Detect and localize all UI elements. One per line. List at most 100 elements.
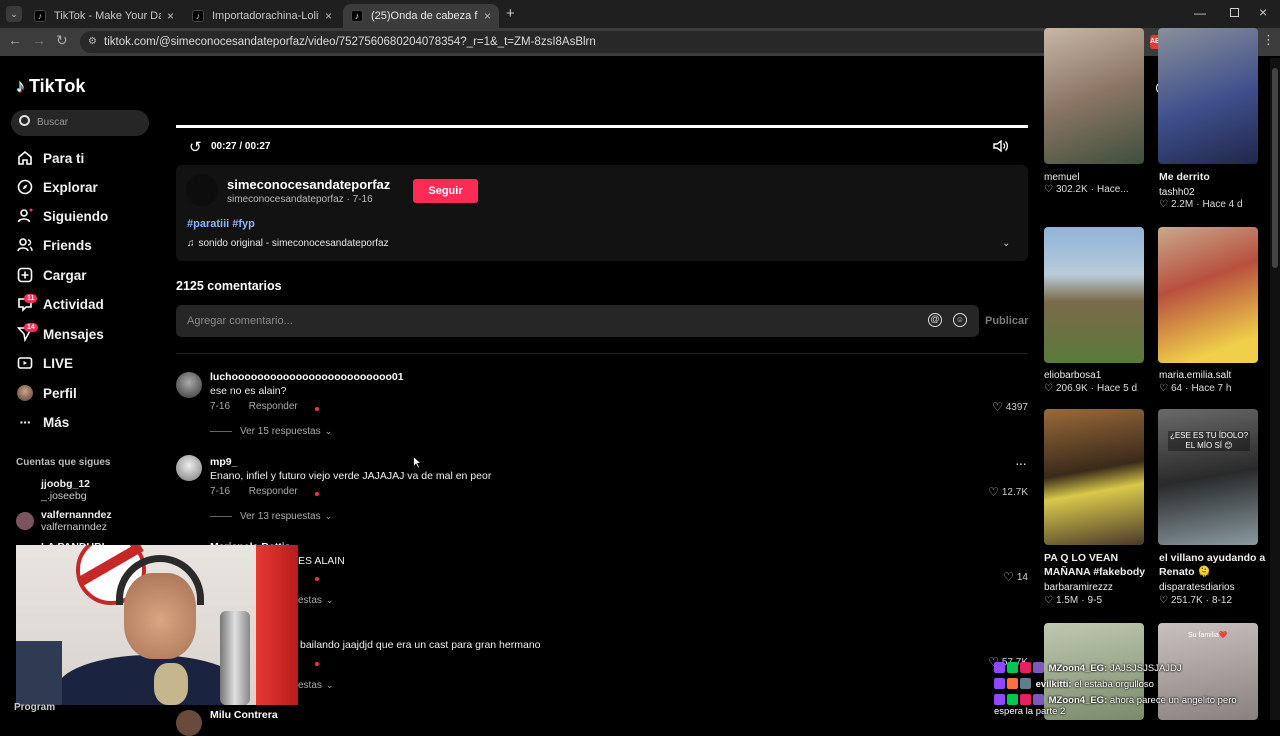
video-author[interactable]: barbaramirezzz [1044, 582, 1154, 593]
verified-badge-icon [1007, 694, 1018, 705]
view-replies-button[interactable]: Ver 13 respuestas ⌄ [210, 511, 332, 522]
browser-tab-3[interactable]: ♪ (25)Onda de cabeza filtro en af × [343, 4, 499, 28]
tiktok-favicon-icon: ♪ [34, 10, 46, 22]
reply-button[interactable]: Responder [249, 401, 298, 412]
publish-button[interactable]: Publicar [985, 315, 1028, 327]
heart-icon: ♡ [1159, 199, 1168, 210]
posted-ago: 9-5 [1087, 595, 1102, 606]
view-replies-button[interactable]: estas ⌄ [298, 680, 333, 691]
view-replies-button[interactable]: estas ⌄ [298, 595, 333, 606]
video-caption[interactable]: memuel [1044, 172, 1154, 183]
site-info-icon[interactable]: ⚙ [88, 31, 97, 53]
sidebar-item-label: Más [43, 414, 70, 430]
following-account-1[interactable]: jjoobg_12 _.joseebg [41, 478, 90, 502]
sidebar-item-cargar[interactable]: Cargar [16, 264, 87, 286]
comment-count: 2125 comentarios [176, 279, 282, 293]
video-caption[interactable]: Me derrito [1159, 170, 1269, 184]
comment-username[interactable]: luchooooooooooooooooooooooooo01 [210, 371, 404, 383]
scrollbar-thumb[interactable] [1272, 68, 1278, 268]
activity-badge: 11 [24, 294, 38, 303]
video-caption[interactable]: PA Q LO VEAN MAÑANA #fakebody [1044, 551, 1154, 579]
address-bar[interactable]: ⚙ tiktok.com/@simeconocesandateporfaz/vi… [80, 31, 1140, 53]
music-row[interactable]: ♫ sonido original - simeconocesandatepor… [187, 238, 389, 249]
like-count: 2.2M [1170, 199, 1194, 210]
new-tab-button[interactable]: + [506, 5, 515, 22]
following-account-2[interactable]: valfernanndez valfernanndez [41, 509, 112, 533]
comment-like-button[interactable]: ♡ 14 [1003, 570, 1028, 584]
video-author[interactable]: eliobarbosa1 [1044, 370, 1154, 381]
back-icon[interactable]: ← [8, 32, 22, 48]
sidebar-item-perfil[interactable]: Perfil [16, 382, 77, 404]
video-author[interactable]: disparatesdiarios [1159, 582, 1269, 593]
search-input[interactable]: Buscar [11, 110, 149, 136]
like-count: 206.9K [1055, 383, 1088, 394]
new-indicator-dot [315, 407, 319, 411]
account-handle: valfernanndez [41, 521, 107, 533]
sidebar-item-para-ti[interactable]: Para ti [16, 147, 84, 169]
chat-username: MZoon4_EG: [1048, 663, 1108, 674]
related-video-thumbnail[interactable] [1044, 409, 1144, 545]
heart-icon: ♡ [991, 400, 1003, 414]
related-video-thumbnail[interactable] [1158, 28, 1258, 164]
browser-menu-icon[interactable]: ⋮ [1262, 32, 1275, 48]
comment-input[interactable]: Agregar comentario... @ ☺ [176, 305, 979, 337]
upload-icon [16, 266, 34, 284]
sidebar-item-friends[interactable]: Friends [16, 234, 92, 256]
close-tab-icon[interactable]: × [484, 9, 491, 23]
sidebar-item-live[interactable]: LIVE [16, 352, 73, 374]
restore-window-icon[interactable] [1230, 8, 1239, 17]
video-hashtags[interactable]: #paratiii #fyp [187, 218, 255, 230]
chat-text: el estaba orgulloso [1074, 679, 1154, 690]
related-video-thumbnail[interactable] [1044, 227, 1144, 363]
avatar[interactable] [176, 372, 202, 398]
sidebar-item-explorar[interactable]: Explorar [16, 176, 98, 198]
browser-tab-1[interactable]: ♪ TikTok - Make Your Day × [26, 4, 182, 28]
close-window-icon[interactable]: × [1259, 4, 1267, 20]
video-author[interactable]: tashh02 [1159, 187, 1269, 198]
divider [210, 431, 232, 432]
close-tab-icon[interactable]: × [167, 9, 174, 23]
browser-tab-2[interactable]: ♪ Importadorachina-Lolita (@lolit × [184, 4, 340, 28]
like-count: 4397 [1005, 401, 1028, 413]
related-video-thumbnail[interactable]: ¿ESE ES TU ÍDOLO? EL MÍO SÍ 😊 [1158, 409, 1258, 545]
mention-icon[interactable]: @ [928, 313, 942, 327]
more-icon: ··· [19, 414, 32, 430]
avatar[interactable] [176, 710, 202, 736]
sidebar-item-siguiendo[interactable]: Siguiendo [16, 205, 108, 227]
video-progress-track[interactable] [176, 125, 1028, 128]
comment-username[interactable]: mp9_ [210, 456, 237, 468]
avatar[interactable] [176, 455, 202, 481]
video-author[interactable]: maria.emilia.salt [1159, 370, 1269, 381]
comment-like-button[interactable]: ♡ 12.7K [988, 485, 1028, 499]
related-video-thumbnail[interactable] [1158, 227, 1258, 363]
forward-icon[interactable]: → [32, 32, 46, 48]
tiktok-logo[interactable]: ♪ TikTok [16, 76, 85, 97]
emoji-icon[interactable]: ☺ [953, 313, 967, 327]
follow-button[interactable]: Seguir [413, 179, 478, 203]
sidebar-item-label: Perfil [43, 385, 77, 401]
reply-button[interactable]: Responder [249, 486, 298, 497]
comment-like-button[interactable]: ♡ 4397 [992, 400, 1028, 414]
comment-username[interactable]: Milu Contrera [210, 709, 278, 721]
video-caption[interactable]: el villano ayudando a Renato 🫠 [1159, 551, 1269, 579]
heart-icon: ♡ [1003, 570, 1014, 584]
author-name[interactable]: simeconocesandateporfaz [227, 177, 390, 192]
view-replies-button[interactable]: Ver 15 respuestas ⌄ [210, 426, 332, 437]
related-video-thumbnail[interactable] [1044, 28, 1144, 164]
more-options-icon[interactable]: ··· [1015, 455, 1027, 471]
scrollbar[interactable] [1270, 58, 1280, 720]
account-handle: _.joseebg [41, 490, 87, 502]
replay-icon[interactable]: ↺ [189, 138, 202, 156]
reload-icon[interactable]: ↻ [56, 32, 68, 49]
sidebar-item-mas[interactable]: ··· Más [16, 411, 70, 433]
volume-icon[interactable] [993, 139, 1009, 158]
search-placeholder: Buscar [37, 117, 69, 128]
comment-item: Milu Contrera [176, 708, 1028, 736]
author-avatar[interactable] [186, 174, 218, 206]
minimize-window-icon[interactable]: — [1194, 6, 1206, 20]
expand-chevron-icon[interactable]: ⌄ [1002, 238, 1010, 249]
view-replies-label: estas [298, 680, 322, 691]
sidebar-item-label: Cargar [43, 267, 87, 283]
tab-search-button[interactable]: ⌄ [6, 6, 22, 22]
close-tab-icon[interactable]: × [325, 9, 332, 23]
